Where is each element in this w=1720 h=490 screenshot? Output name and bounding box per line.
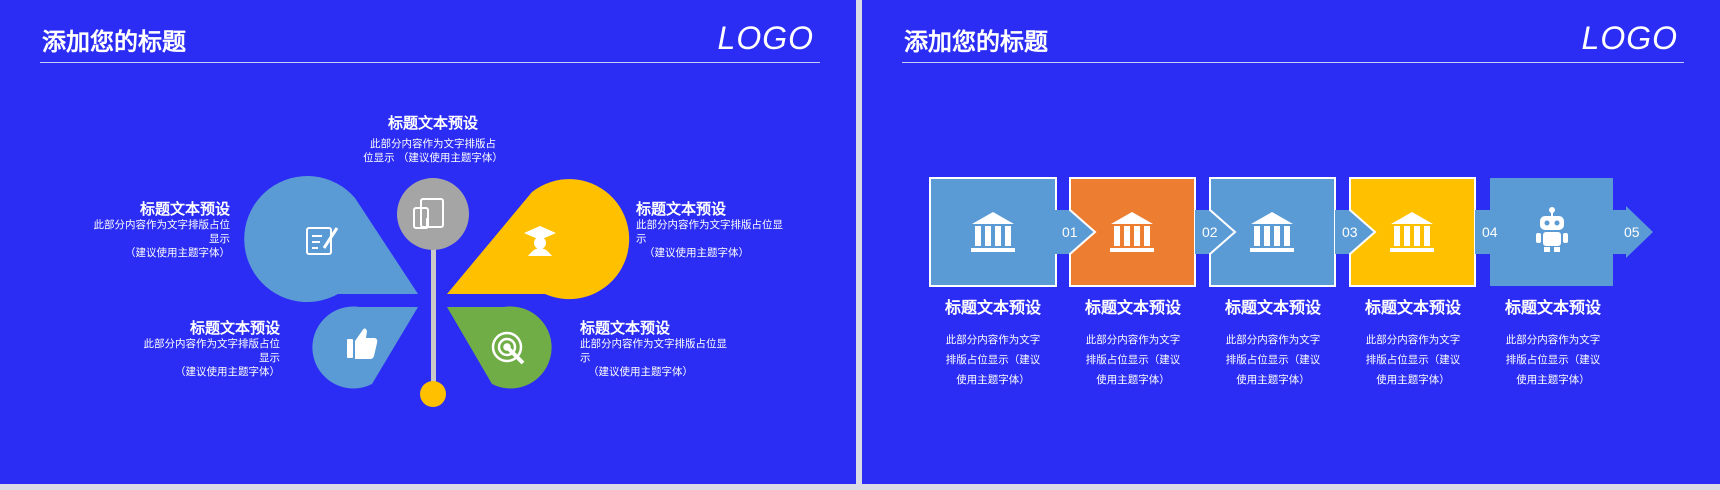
step-title-1: 标题文本预设 bbox=[944, 298, 1041, 317]
body-line: 使用主题字体） bbox=[1236, 374, 1310, 386]
item-body-top-left: 此部分内容作为文字排版占位 显示 （建议使用主题字体） bbox=[70, 218, 231, 260]
step-number-5: 05 bbox=[1624, 224, 1640, 240]
body-line: 此部分内容作为文字 bbox=[1225, 334, 1321, 346]
body-line: 使用主题字体） bbox=[1096, 374, 1170, 386]
body-line: 使用主题字体） bbox=[1516, 374, 1590, 386]
item-body-bottom-right: 此部分内容作为文字排版占位显 示 （建议使用主题字体） bbox=[580, 337, 727, 379]
step-body-1: 此部分内容作为文字 排版占位显示（建议 使用主题字体） bbox=[933, 330, 1053, 390]
slide-1: 添加您的标题 LOGO 标题文本预设 此部分内容作为文字排版占 位显示 （建议使… bbox=[0, 0, 856, 484]
body-line: 此部分内容作为文字排版占位显 bbox=[636, 219, 783, 231]
body-line: 此部分内容作为文字排版占位显 bbox=[580, 338, 727, 350]
body-line: 排版占位显示（建议 bbox=[1085, 354, 1181, 366]
item-body-top: 此部分内容作为文字排版占 位显示 （建议使用主题字体） bbox=[333, 137, 533, 165]
step-title-5: 标题文本预设 bbox=[1504, 298, 1601, 317]
body-line: 示 bbox=[636, 233, 647, 245]
item-body-bottom-left: 此部分内容作为文字排版占位 显示 （建议使用主题字体） bbox=[100, 337, 281, 379]
item-title-bottom-right: 标题文本预设 bbox=[580, 319, 671, 337]
body-line: 排版占位显示（建议 bbox=[945, 354, 1041, 366]
gray-circle bbox=[397, 178, 469, 250]
body-line: （建议使用主题字体） bbox=[125, 247, 230, 259]
body-line: 位显示 （建议使用主题字体） bbox=[363, 152, 503, 164]
stem-dot bbox=[420, 381, 446, 407]
step-title-3: 标题文本预设 bbox=[1224, 298, 1321, 317]
body-line: 此部分内容作为文字 bbox=[1365, 334, 1461, 346]
step-number-4: 04 bbox=[1482, 224, 1498, 240]
step-body-4: 此部分内容作为文字 排版占位显示（建议 使用主题字体） bbox=[1353, 330, 1473, 390]
body-line: （建议使用主题字体） bbox=[644, 247, 749, 259]
step-body-2: 此部分内容作为文字 排版占位显示（建议 使用主题字体） bbox=[1073, 330, 1193, 390]
step-body-5: 此部分内容作为文字 排版占位显示（建议 使用主题字体） bbox=[1493, 330, 1613, 390]
body-line: （建议使用主题字体） bbox=[175, 366, 280, 378]
step-block-1 bbox=[929, 177, 1057, 287]
step-number-2: 02 bbox=[1202, 224, 1218, 240]
body-line: 排版占位显示（建议 bbox=[1505, 354, 1601, 366]
body-line: 排版占位显示（建议 bbox=[1365, 354, 1461, 366]
body-line: 此部分内容作为文字排版占位 bbox=[93, 219, 231, 231]
body-line: 此部分内容作为文字 bbox=[1085, 334, 1181, 346]
body-line: 排版占位显示（建议 bbox=[1225, 354, 1321, 366]
item-title-top-right: 标题文本预设 bbox=[636, 200, 727, 218]
step-title-2: 标题文本预设 bbox=[1084, 298, 1181, 317]
body-line: 示 bbox=[580, 352, 591, 364]
body-line: 此部分内容作为文字 bbox=[1505, 334, 1601, 346]
body-line: （建议使用主题字体） bbox=[588, 366, 693, 378]
body-line: 显示 bbox=[209, 233, 230, 245]
item-title-top-left: 标题文本预设 bbox=[139, 200, 230, 218]
body-line: 显示 bbox=[259, 352, 280, 364]
step-number-3: 03 bbox=[1342, 224, 1358, 240]
body-line: 使用主题字体） bbox=[1376, 374, 1450, 386]
body-line: 此部分内容作为文字排版占 bbox=[370, 138, 496, 150]
slide-2: 添加您的标题 LOGO 01 02 03 04 05 标题文本预设 标题文本预设… bbox=[862, 0, 1720, 484]
process-flow bbox=[929, 177, 1653, 287]
body-line: 此部分内容作为文字排版占位 bbox=[143, 338, 281, 350]
item-body-top-right: 此部分内容作为文字排版占位显 示 （建议使用主题字体） bbox=[636, 218, 783, 260]
step-number-1: 01 bbox=[1062, 224, 1078, 240]
item-title-top: 标题文本预设 bbox=[387, 114, 478, 132]
step-title-4: 标题文本预设 bbox=[1364, 298, 1461, 317]
stem bbox=[431, 240, 436, 390]
step-body-3: 此部分内容作为文字 排版占位显示（建议 使用主题字体） bbox=[1213, 330, 1333, 390]
body-line: 此部分内容作为文字 bbox=[945, 334, 1041, 346]
item-title-bottom-left: 标题文本预设 bbox=[189, 319, 280, 337]
body-line: 使用主题字体） bbox=[956, 374, 1030, 386]
